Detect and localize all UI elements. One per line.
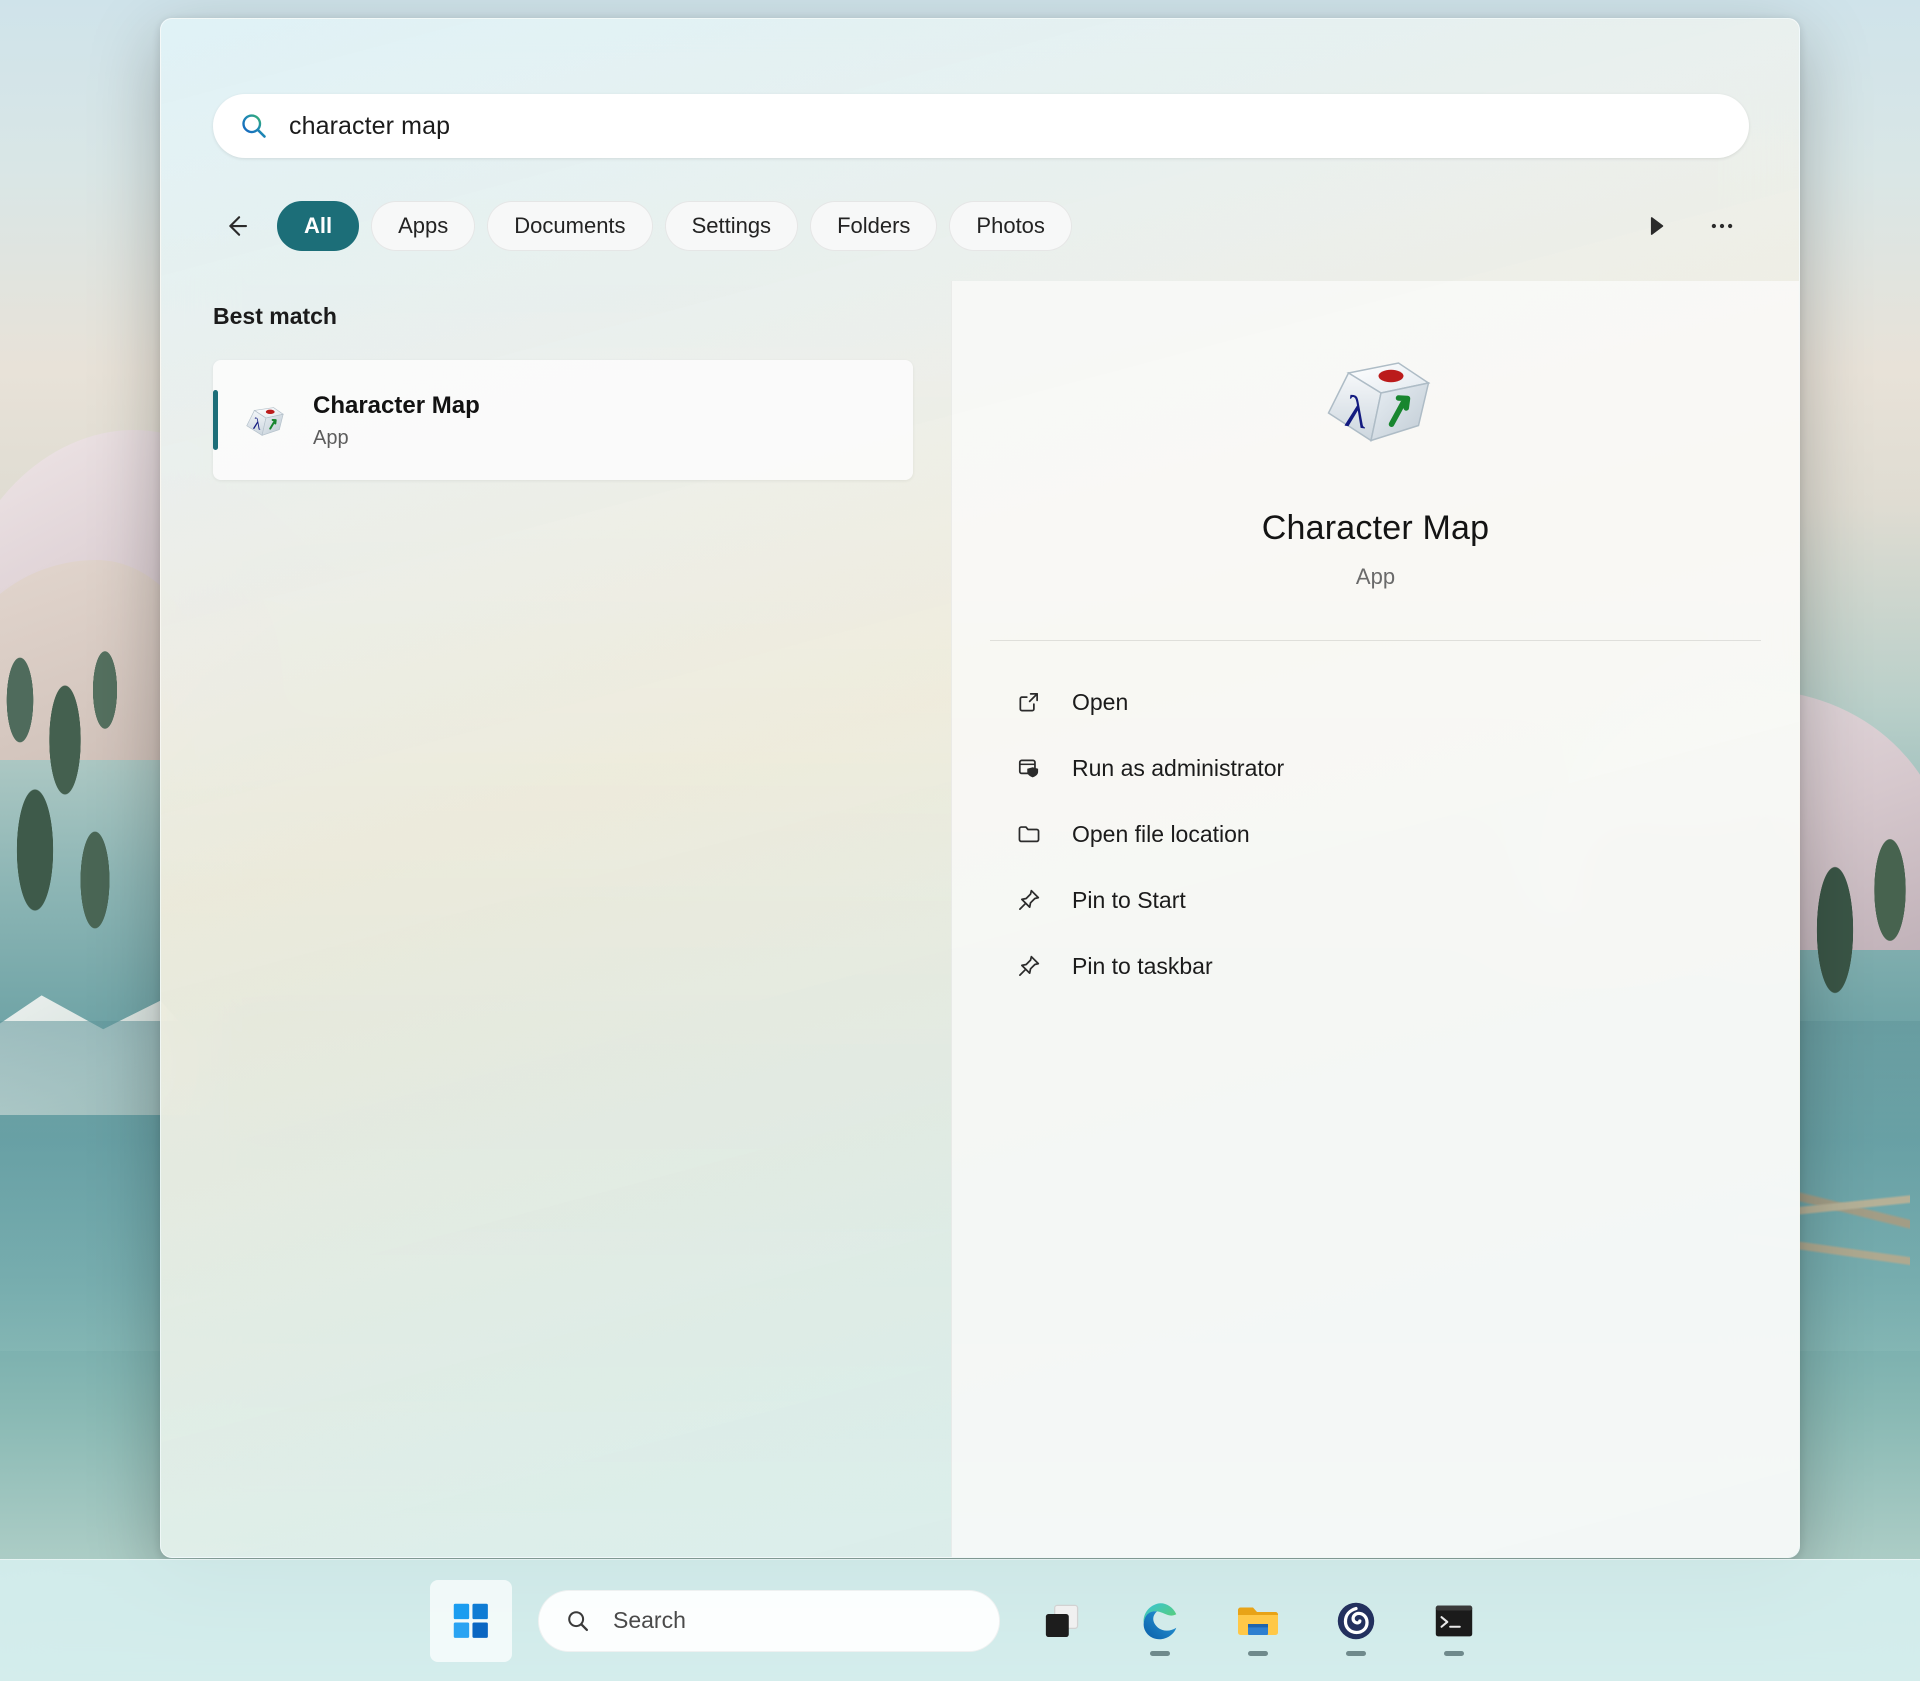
detail-icon-wrap: λ bbox=[952, 343, 1799, 453]
microsoft-edge-icon bbox=[1134, 1595, 1186, 1647]
action-pin-to-taskbar[interactable]: Pin to taskbar bbox=[1014, 933, 1799, 999]
filter-tab-folders[interactable]: Folders bbox=[810, 201, 938, 251]
action-label: Open file location bbox=[1072, 820, 1250, 847]
detail-title: Character Map bbox=[1261, 509, 1490, 547]
windows-start-icon bbox=[453, 1603, 488, 1638]
filter-tab-label: Apps bbox=[398, 213, 449, 238]
best-match-heading: Best match bbox=[213, 303, 337, 329]
filter-tab-documents[interactable]: Documents bbox=[487, 201, 653, 251]
results-pane: Best match λ Character Map App bbox=[161, 281, 951, 1557]
action-open-file-location[interactable]: Open file location bbox=[1014, 801, 1799, 867]
filter-tab-apps[interactable]: Apps bbox=[371, 201, 476, 251]
ellipsis-icon bbox=[1711, 223, 1733, 229]
action-label: Pin to Start bbox=[1072, 886, 1186, 913]
result-item-title: Character Map bbox=[313, 391, 480, 419]
search-input[interactable]: character map bbox=[289, 112, 450, 141]
action-run-as-administrator[interactable]: Run as administrator bbox=[1014, 735, 1799, 801]
taskbar-app-terminal[interactable] bbox=[1418, 1580, 1490, 1662]
pin-icon bbox=[1014, 885, 1044, 915]
filter-tab-label: All bbox=[304, 213, 333, 238]
flyout-body: Best match λ Character Map App λ Charact… bbox=[161, 281, 1799, 1557]
search-icon bbox=[242, 114, 266, 138]
character-map-app-icon: λ bbox=[246, 407, 284, 436]
result-item-character-map[interactable]: λ Character Map App bbox=[213, 360, 913, 480]
wallpaper-trees-left bbox=[0, 620, 160, 1040]
detail-divider bbox=[990, 640, 1761, 641]
taskbar: Search bbox=[0, 1559, 1920, 1681]
scroll-forward-button[interactable] bbox=[1629, 199, 1683, 253]
shield-admin-icon bbox=[1014, 753, 1044, 783]
action-list: Open Run as administrator Open file loca… bbox=[952, 669, 1799, 999]
action-label: Open bbox=[1072, 688, 1129, 715]
result-item-text: Character Map App bbox=[313, 391, 480, 450]
action-pin-to-start[interactable]: Pin to Start bbox=[1014, 867, 1799, 933]
detail-pane: λ Character Map App Open Run as administ… bbox=[951, 281, 1799, 1557]
action-label: Run as administrator bbox=[1072, 754, 1285, 781]
search-icon bbox=[568, 1610, 589, 1631]
taskbar-search-box[interactable]: Search bbox=[538, 1589, 1000, 1652]
filter-tab-label: Folders bbox=[837, 213, 911, 238]
folder-icon bbox=[1014, 819, 1044, 849]
filter-tab-label: Photos bbox=[976, 213, 1045, 238]
terminal-icon bbox=[1428, 1595, 1480, 1647]
taskbar-app-file-explorer[interactable] bbox=[1222, 1580, 1294, 1662]
search-flyout-panel: character map All Apps Documents Setting… bbox=[160, 18, 1800, 1558]
taskbar-app-power-app[interactable] bbox=[1320, 1580, 1392, 1662]
detail-subtitle: App bbox=[1355, 564, 1396, 589]
play-icon bbox=[1650, 217, 1664, 235]
filter-tab-label: Documents bbox=[514, 213, 626, 238]
open-external-icon bbox=[1014, 687, 1044, 717]
taskbar-app-task-view[interactable] bbox=[1026, 1580, 1098, 1662]
pin-icon bbox=[1014, 951, 1044, 981]
filter-tab-photos[interactable]: Photos bbox=[949, 201, 1072, 251]
action-label: Pin to taskbar bbox=[1072, 952, 1213, 979]
power-app-icon bbox=[1330, 1595, 1382, 1647]
back-button[interactable] bbox=[213, 203, 259, 249]
character-map-app-icon: λ bbox=[1327, 362, 1430, 442]
taskbar-app-microsoft-edge[interactable] bbox=[1124, 1580, 1196, 1662]
selection-indicator bbox=[213, 390, 218, 450]
filter-tabs-row: All Apps Documents Settings Folders Phot… bbox=[213, 197, 1749, 255]
filter-tab-label: Settings bbox=[691, 213, 772, 238]
file-explorer-icon bbox=[1232, 1595, 1284, 1647]
taskbar-search-placeholder: Search bbox=[613, 1607, 686, 1633]
action-open[interactable]: Open bbox=[1014, 669, 1799, 735]
filter-tab-all[interactable]: All bbox=[277, 201, 360, 251]
start-button[interactable] bbox=[430, 1579, 512, 1662]
more-options-button[interactable] bbox=[1695, 199, 1749, 253]
result-item-subtitle: App bbox=[313, 426, 349, 449]
desktop: character map All Apps Documents Setting… bbox=[0, 0, 1920, 1681]
search-input-container[interactable]: character map bbox=[213, 94, 1749, 158]
back-arrow-icon bbox=[229, 216, 248, 236]
filter-tab-settings[interactable]: Settings bbox=[664, 201, 799, 251]
task-view-icon bbox=[1036, 1595, 1088, 1647]
